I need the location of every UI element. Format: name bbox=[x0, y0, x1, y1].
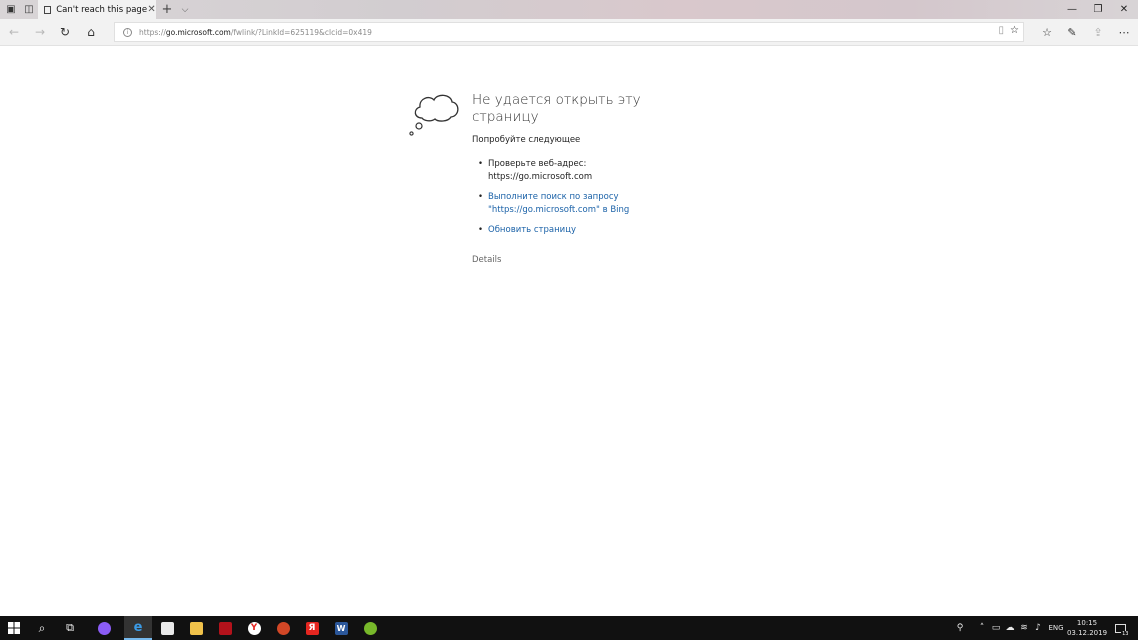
store-icon[interactable] bbox=[153, 616, 181, 640]
start-button[interactable] bbox=[0, 616, 28, 640]
yandex-icon[interactable]: Я bbox=[298, 616, 326, 640]
powerpoint-icon[interactable] bbox=[269, 616, 297, 640]
list-item: Обновить страницу bbox=[478, 224, 678, 237]
refresh-button[interactable]: ↻ bbox=[55, 23, 75, 41]
list-item: Проверьте веб-адрес: https://go.microsof… bbox=[478, 158, 678, 184]
search-icon[interactable]: ⌕ bbox=[28, 616, 56, 640]
show-hidden-icons-chevron[interactable]: ˄ bbox=[976, 616, 988, 640]
app-red-icon[interactable] bbox=[211, 616, 239, 640]
url-text[interactable]: https://go.microsoft.com/fwlink/?LinkId=… bbox=[139, 28, 372, 37]
back-button[interactable]: ← bbox=[4, 23, 24, 41]
new-tab-button[interactable]: + bbox=[160, 0, 174, 19]
wifi-icon[interactable]: ≋ bbox=[1018, 616, 1030, 640]
close-window-button[interactable]: ✕ bbox=[1110, 0, 1138, 19]
volume-icon[interactable]: ♪ bbox=[1032, 616, 1044, 640]
suggestion-list: Проверьте веб-адрес: https://go.microsof… bbox=[478, 158, 678, 244]
file-explorer-icon[interactable] bbox=[182, 616, 210, 640]
notification-count: 13 bbox=[1121, 630, 1130, 637]
language-indicator[interactable]: ENG bbox=[1046, 616, 1066, 640]
page-icon bbox=[44, 5, 52, 14]
network-icon[interactable]: ☁ bbox=[1004, 616, 1016, 640]
address-bar[interactable]: i https://go.microsoft.com/fwlink/?LinkI… bbox=[114, 22, 1024, 42]
error-title: Не удается открыть эту страницу bbox=[472, 92, 641, 125]
browser-toolbar: ← → ↻ ⌂ i https://go.microsoft.com/fwlin… bbox=[0, 19, 1138, 46]
windows-logo-icon bbox=[8, 622, 20, 634]
yandex-browser-icon[interactable]: Y bbox=[240, 616, 268, 640]
pen-icon[interactable]: ✎ bbox=[1062, 23, 1082, 41]
battery-icon[interactable]: ▭ bbox=[990, 616, 1002, 640]
page-content: Не удается открыть эту страницу Попробуй… bbox=[0, 46, 1138, 616]
refresh-page-link[interactable]: Обновить страницу bbox=[488, 225, 576, 235]
edge-icon[interactable]: e bbox=[124, 616, 152, 640]
clock[interactable]: 10:15 03.12.2019 bbox=[1066, 618, 1108, 638]
tab-preview-icon[interactable]: ◫ bbox=[20, 0, 38, 19]
favorites-icon[interactable]: ☆ bbox=[1037, 23, 1057, 41]
info-icon[interactable]: i bbox=[123, 27, 132, 37]
people-icon[interactable]: ⚲ bbox=[952, 616, 968, 640]
error-subtitle: Попробуйте следующее bbox=[472, 135, 581, 145]
suggestion-text: Проверьте веб-адрес: https://go.microsof… bbox=[488, 159, 593, 182]
title-bar: ▣ ◫ Can't reach this page ✕ + ⌵ — ❐ ✕ bbox=[0, 0, 1138, 19]
minimize-button[interactable]: — bbox=[1058, 0, 1086, 19]
tab-active[interactable]: Can't reach this page ✕ bbox=[38, 0, 156, 19]
forward-button[interactable]: → bbox=[30, 23, 50, 41]
share-icon[interactable]: ⇪ bbox=[1088, 23, 1108, 41]
more-icon[interactable]: ⋯ bbox=[1114, 23, 1134, 41]
tab-title: Can't reach this page bbox=[56, 4, 148, 15]
list-item: Выполните поиск по запросу "https://go.m… bbox=[478, 191, 678, 217]
set-aside-tabs-icon[interactable]: ▣ bbox=[2, 0, 20, 19]
clock-time: 10:15 bbox=[1076, 619, 1098, 627]
thought-cloud-icon bbox=[409, 94, 459, 136]
restore-button[interactable]: ❐ bbox=[1084, 0, 1112, 19]
action-center-icon[interactable]: 13 bbox=[1112, 616, 1130, 640]
home-button[interactable]: ⌂ bbox=[81, 23, 101, 41]
word-icon[interactable]: W bbox=[327, 616, 355, 640]
task-view-icon[interactable]: ⧉ bbox=[56, 616, 84, 640]
taskbar: ⌕ ⧉ e Y Я W ⚲ ˄ ▭ ☁ ≋ ♪ ENG 10:15 03.12.… bbox=[0, 616, 1138, 640]
torrent-icon[interactable] bbox=[356, 616, 384, 640]
details-toggle[interactable]: Details bbox=[472, 255, 501, 265]
clock-date: 03.12.2019 bbox=[1066, 629, 1108, 637]
favorite-star-icon[interactable]: ☆ bbox=[1010, 25, 1019, 36]
cortana-icon[interactable] bbox=[90, 616, 118, 640]
close-tab-icon[interactable]: ✕ bbox=[147, 4, 156, 15]
reading-view-icon[interactable]: ▯ bbox=[999, 25, 1005, 36]
tab-list-chevron-icon[interactable]: ⌵ bbox=[178, 0, 192, 19]
bing-search-link[interactable]: Выполните поиск по запросу "https://go.m… bbox=[488, 192, 629, 215]
